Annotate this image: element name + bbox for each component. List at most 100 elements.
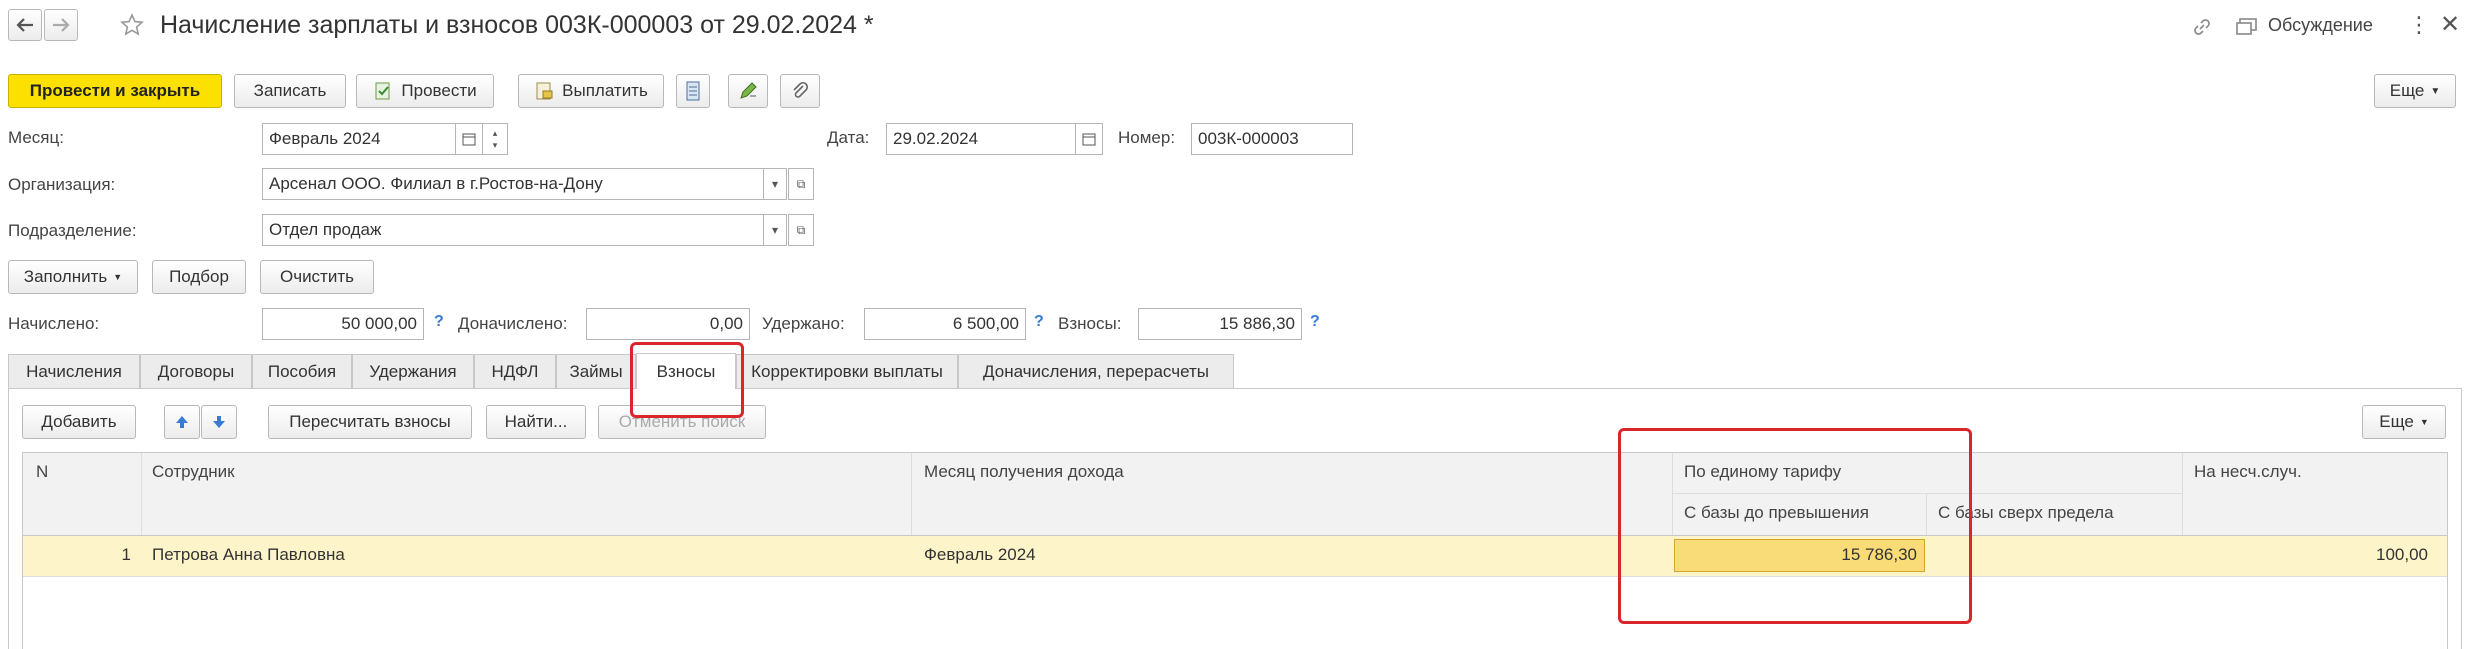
post-doc-icon (375, 82, 390, 100)
pick-button[interactable]: Подбор (152, 260, 246, 294)
tab-loans[interactable]: Займы (556, 354, 636, 388)
post-button[interactable]: Провести (356, 74, 494, 108)
pay-button[interactable]: Выплатить (518, 74, 664, 108)
number-label: Номер: (1118, 128, 1176, 147)
month-stepper[interactable]: ▴ ▾ (482, 123, 508, 155)
chevron-up-icon[interactable]: ▴ (493, 127, 498, 139)
attach-button[interactable] (780, 74, 820, 108)
month-label: Месяц: (8, 128, 64, 147)
recalc-contributions-button[interactable]: Пересчитать взносы (268, 405, 472, 439)
pay-doc-icon (536, 82, 553, 100)
paperclip-icon (793, 81, 809, 98)
withheld-help-icon[interactable]: ? (1034, 313, 1044, 331)
number-field[interactable]: 003К-000003 (1191, 123, 1353, 155)
date-field[interactable]: 29.02.2024 (886, 123, 1076, 155)
chevron-down-icon: ▾ (771, 223, 779, 237)
dept-open-button[interactable]: ⧉ (788, 214, 814, 246)
org-open-button[interactable]: ⧉ (788, 168, 814, 200)
open-icon: ⧉ (796, 222, 806, 237)
header-income-month[interactable]: Месяц получения дохода (924, 462, 1124, 482)
dept-field[interactable]: Отдел продаж (262, 214, 764, 246)
col-sep-2 (911, 453, 912, 535)
contrib-field[interactable]: 15 886,30 (1138, 308, 1302, 340)
sign-button[interactable] (728, 74, 768, 108)
arrow-right-icon (53, 18, 70, 32)
report-icon (686, 81, 700, 101)
header-n[interactable]: N (36, 462, 48, 482)
arrow-up-icon (176, 416, 188, 428)
save-button[interactable]: Записать (234, 74, 346, 108)
table-row[interactable] (23, 536, 2447, 576)
withheld-label: Удержано: (762, 314, 845, 333)
find-button[interactable]: Найти... (486, 405, 586, 439)
window-title: Начисление зарплаты и взносов 003К-00000… (160, 11, 874, 39)
tab-accruals[interactable]: Начисления (8, 354, 140, 388)
extra-field[interactable]: 0,00 (586, 308, 750, 340)
chevron-down-icon: ▼ (113, 272, 123, 282)
org-field[interactable]: Арсенал ООО. Филиал в г.Ростов-на-Дону (262, 168, 764, 200)
more-label: Еще (2389, 81, 2425, 100)
highlight-single-tariff-column (1618, 428, 1972, 624)
dept-dropdown-button[interactable]: ▾ (763, 214, 787, 246)
org-label: Организация: (8, 175, 116, 194)
move-down-button[interactable] (201, 405, 237, 439)
contrib-help-icon[interactable]: ? (1310, 313, 1320, 331)
pen-icon (740, 82, 757, 99)
calendar-icon (462, 133, 476, 146)
chevron-down-icon[interactable]: ▾ (493, 139, 498, 151)
month-field[interactable]: Февраль 2024 (262, 123, 456, 155)
row-employee[interactable]: Петрова Анна Павловна (152, 545, 345, 565)
tab-benefits[interactable]: Пособия (252, 354, 352, 388)
tab-recalculations[interactable]: Доначисления, перерасчеты (958, 354, 1234, 388)
move-up-button[interactable] (164, 405, 200, 439)
accrued-field[interactable]: 50 000,00 (262, 308, 424, 340)
table-more-label: Еще (2379, 412, 2414, 431)
arrow-down-icon (213, 416, 225, 428)
forward-button[interactable] (44, 9, 78, 41)
contrib-label: Взносы: (1058, 314, 1122, 333)
header-accident[interactable]: На несч.случ. (2194, 462, 2302, 482)
header-employee[interactable]: Сотрудник (152, 462, 235, 482)
row-accident[interactable]: 100,00 (2190, 545, 2428, 565)
discussion-icon[interactable] (2236, 17, 2258, 37)
tab-payment-corrections[interactable]: Корректировки выплаты (736, 354, 958, 388)
month-calendar-button[interactable] (455, 123, 483, 155)
pay-label: Выплатить (562, 81, 648, 100)
date-calendar-button[interactable] (1075, 123, 1103, 155)
report-button[interactable] (676, 74, 710, 108)
row-bottom-line (23, 576, 2447, 577)
fill-button[interactable]: Заполнить ▼ (8, 260, 138, 294)
date-label: Дата: (827, 128, 870, 147)
tab-ndfl[interactable]: НДФЛ (474, 354, 556, 388)
post-and-close-button[interactable]: Провести и закрыть (8, 74, 222, 108)
col-sep-5 (2182, 453, 2183, 535)
row-income-month[interactable]: Февраль 2024 (924, 545, 1036, 565)
tab-deductions[interactable]: Удержания (352, 354, 474, 388)
open-icon: ⧉ (796, 176, 806, 191)
fill-label: Заполнить (23, 267, 108, 286)
extra-label: Доначислено: (458, 314, 568, 333)
calendar-icon (1082, 133, 1096, 146)
back-button[interactable] (8, 9, 42, 41)
org-dropdown-button[interactable]: ▾ (763, 168, 787, 200)
col-sep-1 (141, 453, 142, 535)
more-button[interactable]: Еще ▼ (2374, 74, 2456, 108)
link-icon[interactable] (2192, 17, 2212, 37)
add-button[interactable]: Добавить (22, 405, 136, 439)
star-icon[interactable] (120, 13, 144, 37)
more-menu-icon[interactable]: ⋮ (2408, 12, 2430, 38)
close-icon[interactable]: ✕ (2440, 10, 2460, 39)
tab-contracts[interactable]: Договоры (140, 354, 252, 388)
table-more-button[interactable]: Еще ▼ (2362, 405, 2446, 439)
discussion-link[interactable]: Обсуждение (2268, 15, 2373, 36)
highlight-contributions-tab (630, 342, 744, 418)
chevron-down-icon: ▼ (2419, 417, 2429, 427)
chevron-down-icon: ▾ (771, 177, 779, 191)
chevron-down-icon: ▼ (2430, 85, 2441, 97)
clear-button[interactable]: Очистить (260, 260, 374, 294)
row-n: 1 (121, 545, 131, 564)
accrued-help-icon[interactable]: ? (434, 313, 444, 331)
accrued-label: Начислено: (8, 314, 100, 333)
arrow-left-icon (16, 18, 33, 32)
withheld-field[interactable]: 6 500,00 (864, 308, 1026, 340)
